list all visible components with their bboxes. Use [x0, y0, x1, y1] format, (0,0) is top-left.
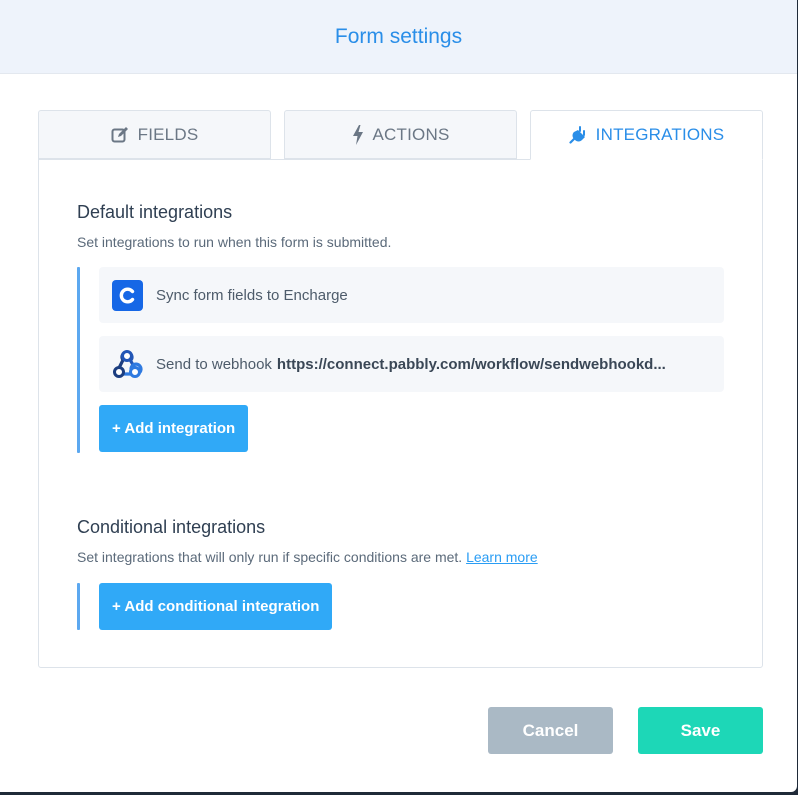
form-settings-modal: Form settings FIELDS ACTIONS INTEGRATION… [0, 0, 797, 792]
conditional-integrations-description: Set integrations that will only run if s… [77, 549, 538, 565]
plug-icon [569, 126, 587, 144]
default-integrations-title: Default integrations [77, 202, 233, 222]
conditional-integrations-title: Conditional integrations [77, 517, 266, 537]
add-conditional-integration-button[interactable]: + Add conditional integration [99, 583, 333, 630]
encharge-logo-icon [111, 279, 143, 311]
tab-bar: FIELDS ACTIONS INTEGRATIONS [38, 110, 763, 160]
tab-label: INTEGRATIONS [595, 125, 725, 144]
modal-title: Form settings [334, 24, 463, 48]
conditional-description-text: Set integrations that will only run if s… [77, 549, 463, 565]
modal-header: Form settings [0, 0, 797, 74]
conditional-integrations-rail [77, 583, 80, 630]
default-integrations-rail [77, 267, 80, 453]
bolt-icon [352, 124, 364, 145]
tab-label: FIELDS [137, 124, 199, 144]
tab-integrations[interactable]: INTEGRATIONS [530, 110, 763, 160]
add-integration-button[interactable]: + Add integration [99, 405, 249, 452]
integration-label: Send to webhook https://connect.pabbly.co… [156, 356, 666, 373]
integration-item-webhook[interactable]: Send to webhook https://connect.pabbly.co… [99, 336, 724, 392]
integrations-panel: Default integrations Set integrations to… [38, 159, 763, 668]
learn-more-link[interactable]: Learn more [466, 549, 538, 565]
save-button[interactable]: Save [638, 707, 763, 754]
tab-actions[interactable]: ACTIONS [284, 110, 517, 159]
integration-item-encharge[interactable]: Sync form fields to Encharge [99, 267, 724, 323]
default-integrations-description: Set integrations to run when this form i… [77, 234, 392, 250]
tab-label: ACTIONS [372, 124, 450, 144]
cancel-button[interactable]: Cancel [488, 707, 613, 754]
edit-icon [111, 126, 129, 144]
webhook-icon [111, 348, 143, 380]
integration-label: Sync form fields to Encharge [156, 286, 348, 304]
webhook-prefix: Send to webhook [156, 355, 272, 373]
webhook-url: https://connect.pabbly.com/workflow/send… [276, 355, 666, 373]
tab-fields[interactable]: FIELDS [38, 110, 271, 159]
